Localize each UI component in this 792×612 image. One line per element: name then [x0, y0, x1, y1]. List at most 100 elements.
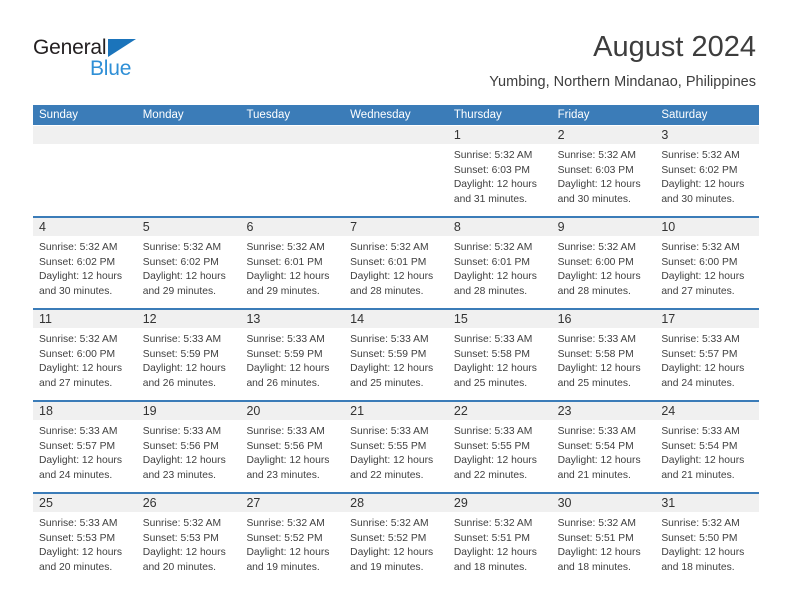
calendar-weeks: 1 Sunrise: 5:32 AM Sunset: 6:03 PM Daylight…: [33, 125, 760, 584]
calendar-day-cell[interactable]: 14 Sunrise: 5:33 AM Sunset: 5:59 PM Dayligh…: [344, 310, 448, 400]
calendar-day-cell[interactable]: 29 Sunrise: 5:32 AM Sunset: 5:51 PM Dayligh…: [447, 494, 552, 584]
general-blue-logo[interactable]: General Blue: [33, 36, 233, 88]
day-detail-line: Sunrise: 5:33 AM: [453, 334, 533, 345]
day-number: 28: [350, 496, 365, 510]
calendar-day-cell[interactable]: 3 Sunrise: 5:32 AM Sunset: 6:02 PM Daylight…: [655, 126, 760, 216]
day-number-band: 18: [33, 402, 137, 420]
day-number: 9: [557, 220, 565, 234]
day-number: 26: [142, 496, 157, 510]
calendar-day-cell[interactable]: 7 Sunrise: 5:32 AM Sunset: 6:01 PM Daylight…: [344, 218, 448, 308]
day-detail-line: and 26 minutes.: [142, 377, 216, 389]
calendar-day-cell[interactable]: 5 Sunrise: 5:32 AM Sunset: 6:02 PM Daylight…: [136, 218, 241, 308]
calendar-day-cell[interactable]: 27 Sunrise: 5:32 AM Sunset: 5:52 PM Dayligh…: [240, 494, 345, 584]
day-number-band: 31: [655, 494, 760, 512]
calendar-day-cell[interactable]: 8 Sunrise: 5:32 AM Sunset: 6:01 PM Daylight…: [447, 218, 552, 308]
calendar-day-cell-empty: [344, 126, 448, 216]
day-detail-line: Sunrise: 5:32 AM: [246, 242, 325, 253]
day-detail-line: Sunset: 6:00 PM: [557, 256, 634, 268]
day-number-band: 27: [240, 494, 345, 512]
day-number: 2: [557, 128, 565, 142]
day-detail-line: Sunset: 5:55 PM: [453, 440, 531, 452]
calendar-day-cell[interactable]: 6 Sunrise: 5:32 AM Sunset: 6:01 PM Daylight…: [240, 218, 345, 308]
day-number-band: 24: [655, 402, 760, 420]
calendar-day-cell[interactable]: 10 Sunrise: 5:32 AM Sunset: 6:00 PM Dayligh…: [655, 218, 760, 308]
calendar-day-cell[interactable]: 24 Sunrise: 5:33 AM Sunset: 5:54 PM Dayligh…: [655, 402, 760, 492]
day-details: Sunrise: 5:33 AM Sunset: 5:56 PM Daylight:…: [137, 420, 241, 483]
day-number: 31: [661, 496, 676, 510]
day-details: Sunrise: 5:32 AM Sunset: 6:03 PM Daylight:…: [448, 144, 552, 207]
day-number: 16: [557, 312, 572, 326]
day-details: Sunrise: 5:32 AM Sunset: 6:00 PM Daylight:…: [552, 236, 656, 299]
day-detail-line: Sunset: 5:59 PM: [246, 348, 323, 360]
day-detail-line: and 29 minutes.: [142, 285, 216, 297]
day-details: Sunrise: 5:32 AM Sunset: 6:01 PM Daylight:…: [344, 236, 448, 299]
day-number-band: 12: [136, 310, 241, 328]
day-detail-line: Daylight: 12 hours: [350, 271, 434, 283]
calendar-day-cell[interactable]: 21 Sunrise: 5:33 AM Sunset: 5:55 PM Dayligh…: [344, 402, 448, 492]
day-detail-line: Sunrise: 5:32 AM: [350, 518, 429, 529]
day-details: Sunrise: 5:32 AM Sunset: 6:02 PM Daylight:…: [137, 236, 241, 299]
calendar-day-cell[interactable]: 17 Sunrise: 5:33 AM Sunset: 5:57 PM Dayligh…: [655, 310, 760, 400]
day-detail-line: Daylight: 12 hours: [453, 363, 537, 375]
day-detail-line: Sunset: 6:03 PM: [557, 164, 634, 176]
day-number-band: 21: [344, 402, 448, 420]
day-detail-line: Sunset: 5:55 PM: [350, 440, 427, 452]
day-detail-line: Sunrise: 5:33 AM: [557, 334, 637, 345]
calendar-day-cell[interactable]: 30 Sunrise: 5:32 AM Sunset: 5:51 PM Dayligh…: [551, 494, 656, 584]
day-details: Sunrise: 5:33 AM Sunset: 5:59 PM Daylight:…: [240, 328, 344, 391]
day-detail-line: Daylight: 12 hours: [661, 547, 745, 559]
calendar-day-cell[interactable]: 13 Sunrise: 5:33 AM Sunset: 5:59 PM Dayligh…: [240, 310, 345, 400]
day-detail-line: Sunrise: 5:32 AM: [557, 242, 637, 253]
day-detail-line: Daylight: 12 hours: [350, 455, 434, 467]
calendar-day-cell[interactable]: 12 Sunrise: 5:33 AM Sunset: 5:59 PM Dayligh…: [136, 310, 241, 400]
calendar-day-cell[interactable]: 4 Sunrise: 5:32 AM Sunset: 6:02 PM Daylight…: [33, 218, 137, 308]
day-detail-line: Sunrise: 5:32 AM: [142, 242, 222, 253]
day-number-band: 15: [447, 310, 552, 328]
day-detail-line: and 25 minutes.: [350, 377, 424, 389]
calendar-day-cell[interactable]: 19 Sunrise: 5:33 AM Sunset: 5:56 PM Dayligh…: [136, 402, 241, 492]
day-number-band: 17: [655, 310, 760, 328]
day-detail-line: Sunset: 5:51 PM: [453, 532, 531, 544]
calendar-day-cell[interactable]: 15 Sunrise: 5:33 AM Sunset: 5:58 PM Dayligh…: [447, 310, 552, 400]
calendar-week-row: 11 Sunrise: 5:32 AM Sunset: 6:00 PM Dayligh…: [33, 308, 760, 400]
day-number-band: 1: [447, 126, 552, 144]
day-number: 6: [246, 220, 254, 234]
day-number: 10: [661, 220, 676, 234]
calendar-day-cell[interactable]: 31 Sunrise: 5:32 AM Sunset: 5:50 PM Dayligh…: [655, 494, 760, 584]
calendar-day-cell[interactable]: 22 Sunrise: 5:33 AM Sunset: 5:55 PM Dayligh…: [447, 402, 552, 492]
day-detail-line: Daylight: 12 hours: [39, 455, 122, 467]
calendar-day-cell[interactable]: 2 Sunrise: 5:32 AM Sunset: 6:03 PM Daylight…: [551, 126, 656, 216]
day-detail-line: Sunrise: 5:33 AM: [246, 426, 325, 437]
day-number-band: 20: [240, 402, 345, 420]
day-detail-line: Sunrise: 5:32 AM: [453, 150, 533, 161]
day-detail-line: Sunset: 5:56 PM: [142, 440, 219, 452]
calendar-week-row: 18 Sunrise: 5:33 AM Sunset: 5:57 PM Dayligh…: [33, 400, 760, 492]
day-detail-line: Sunset: 6:01 PM: [246, 256, 323, 268]
day-detail-line: and 19 minutes.: [350, 561, 424, 573]
calendar-day-cell[interactable]: 25 Sunrise: 5:33 AM Sunset: 5:53 PM Dayligh…: [33, 494, 137, 584]
day-details: Sunrise: 5:33 AM Sunset: 5:58 PM Daylight:…: [448, 328, 552, 391]
day-detail-line: Sunrise: 5:32 AM: [661, 242, 740, 253]
calendar-day-cell[interactable]: 28 Sunrise: 5:32 AM Sunset: 5:52 PM Dayligh…: [344, 494, 448, 584]
calendar-day-cell[interactable]: 1 Sunrise: 5:32 AM Sunset: 6:03 PM Daylight…: [447, 126, 552, 216]
day-details: Sunrise: 5:33 AM Sunset: 5:55 PM Daylight:…: [344, 420, 448, 483]
calendar-day-cell[interactable]: 23 Sunrise: 5:33 AM Sunset: 5:54 PM Dayligh…: [551, 402, 656, 492]
day-detail-line: and 24 minutes.: [661, 377, 735, 389]
calendar-day-cell[interactable]: 26 Sunrise: 5:32 AM Sunset: 5:53 PM Dayligh…: [136, 494, 241, 584]
day-number-band: 25: [33, 494, 137, 512]
day-number-band: 9: [551, 218, 656, 236]
day-detail-line: Sunrise: 5:33 AM: [557, 426, 637, 437]
day-detail-line: Sunrise: 5:33 AM: [39, 426, 118, 437]
day-number: 29: [453, 496, 468, 510]
calendar-day-cell[interactable]: 20 Sunrise: 5:33 AM Sunset: 5:56 PM Dayligh…: [240, 402, 345, 492]
day-detail-line: Daylight: 12 hours: [39, 363, 122, 375]
calendar-day-cell[interactable]: 11 Sunrise: 5:32 AM Sunset: 6:00 PM Dayligh…: [33, 310, 137, 400]
calendar-day-cell[interactable]: 9 Sunrise: 5:32 AM Sunset: 6:00 PM Daylight…: [551, 218, 656, 308]
day-detail-line: Sunrise: 5:32 AM: [142, 518, 222, 529]
calendar-day-cell[interactable]: 18 Sunrise: 5:33 AM Sunset: 5:57 PM Dayligh…: [33, 402, 137, 492]
day-number-band: 16: [551, 310, 656, 328]
weekday-header-monday: Monday: [142, 109, 184, 121]
calendar-day-cell[interactable]: 16 Sunrise: 5:33 AM Sunset: 5:58 PM Dayligh…: [551, 310, 656, 400]
day-detail-line: Daylight: 12 hours: [453, 455, 537, 467]
weekday-header-thursday: Thursday: [453, 109, 502, 121]
